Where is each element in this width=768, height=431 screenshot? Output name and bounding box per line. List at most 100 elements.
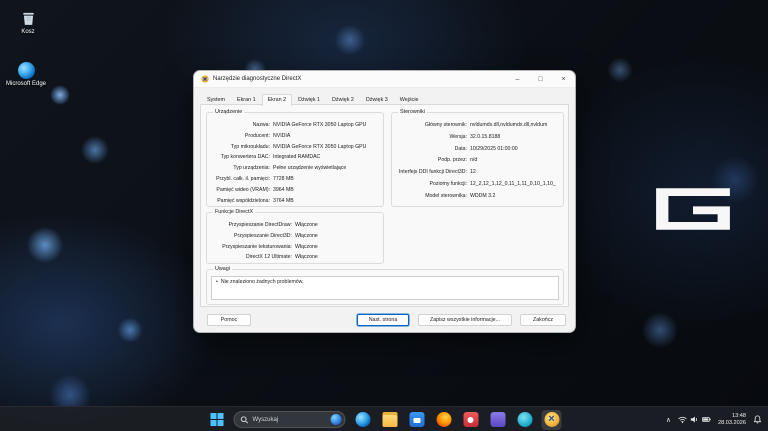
tray-chevron-up-icon[interactable]: ∧: [666, 416, 671, 424]
taskbar-microsoft-store[interactable]: [407, 410, 427, 430]
field-value: Włączone: [295, 252, 380, 263]
feature-row: Przyspieszanie teksturowania:Włączone: [209, 242, 380, 253]
group-title: Urządzenie: [213, 109, 244, 116]
field-label: Producent:: [209, 131, 273, 142]
desktop-icon-label: Kosz: [0, 29, 56, 35]
edge-icon: [355, 412, 370, 427]
driver-row: Interfejs DDI funkcji Direct3D:12: [394, 167, 560, 179]
search-highlights-icon: [331, 414, 342, 425]
driver-row: Poziomy funkcji:12_2,12_1,12_0,11_1,11_0…: [394, 179, 560, 191]
field-label: Nazwa:: [209, 120, 273, 131]
tab-ekran-1[interactable]: Ekran 1: [231, 94, 262, 105]
device-row: Pamięć współdzielona:3764 MB: [209, 196, 380, 207]
notification-bell-icon[interactable]: [753, 411, 762, 429]
field-value: 3964 MB: [273, 185, 380, 196]
field-label: Przybl. całk. il. pamięci:: [209, 174, 273, 185]
field-label: Przyspieszanie Direct3D:: [209, 231, 295, 242]
taskbar-dxdiag-active[interactable]: [542, 410, 562, 430]
clock-time: 13:48: [718, 413, 746, 420]
device-row: Typ mikroukładu:NVIDIA GeForce RTX 3050 …: [209, 142, 380, 153]
field-value: NVIDIA GeForce RTX 3050 Laptop GPU: [273, 120, 380, 131]
save-all-information-button[interactable]: Zapisz wszystkie informacje...: [418, 314, 512, 326]
drivers-group: Sterowniki Główny sterownik:nvldumdx.dll…: [391, 112, 564, 207]
desktop-icon-microsoft-edge[interactable]: Microsoft Edge: [0, 62, 54, 87]
field-label: Przyspieszanie DirectDraw:: [209, 220, 295, 231]
field-value: 7728 MB: [273, 174, 380, 185]
dxdiag-icon: [544, 412, 559, 427]
device-row: Nazwa:NVIDIA GeForce RTX 3050 Laptop GPU: [209, 120, 380, 131]
driver-row: Podp. przez:n/d: [394, 155, 560, 167]
taskbar-search[interactable]: Wyszukaj: [234, 411, 346, 428]
tab-ekran-2[interactable]: Ekran 2: [262, 94, 293, 106]
directx-features-group: Funkcje DirectX Przyspieszanie DirectDra…: [206, 212, 384, 264]
recycle-bin-icon: [20, 10, 37, 27]
device-row: Typ konwertera DAC:Integrated RAMDAC: [209, 152, 380, 163]
field-value: NVIDIA GeForce RTX 3050 Laptop GPU: [273, 142, 380, 153]
field-label: Typ mikroukładu:: [209, 142, 273, 153]
app-blue-icon: [517, 412, 532, 427]
volume-icon: [690, 415, 699, 424]
battery-icon: [702, 415, 711, 424]
taskbar-app-purple[interactable]: [488, 410, 508, 430]
taskbar-app-red[interactable]: [461, 410, 481, 430]
field-value: n/d: [470, 155, 560, 167]
tab-dzwiek-2[interactable]: Dźwięk 2: [326, 94, 360, 105]
wifi-icon: [678, 415, 687, 424]
field-label: Interfejs DDI funkcji Direct3D:: [394, 167, 470, 179]
device-row: Producent:NVIDIA: [209, 131, 380, 142]
driver-row: Data:10/29/2025 01:00:00: [394, 144, 560, 156]
search-placeholder: Wyszukaj: [253, 417, 279, 423]
clock-date: 28.03.2026: [718, 420, 746, 427]
exit-button[interactable]: Zakończ: [520, 314, 566, 326]
tray-status-icons[interactable]: [678, 415, 711, 424]
taskbar-edge[interactable]: [353, 410, 373, 430]
desktop-icon-recycle-bin[interactable]: Kosz: [0, 10, 56, 35]
field-value: 3764 MB: [273, 196, 380, 207]
field-value: WDDM 3.2: [470, 191, 560, 203]
feature-row: DirectX 12 Ultimate:Włączone: [209, 252, 380, 263]
feature-row: Przyspieszanie Direct3D:Włączone: [209, 231, 380, 242]
field-value: nvldumdx.dll,nvldumdx.dll,nvldum: [470, 120, 560, 132]
minimize-button[interactable]: –: [506, 71, 529, 88]
notes-list[interactable]: • Nie znaleziono żadnych problemów.: [211, 276, 559, 300]
next-page-button[interactable]: Nast. strona: [357, 314, 409, 326]
window-titlebar[interactable]: Narzędzie diagnostyczne DirectX – □ ×: [194, 71, 575, 88]
close-button[interactable]: ×: [552, 71, 575, 88]
device-row: Typ urządzenia:Pełne urządzenie wyświetl…: [209, 163, 380, 174]
field-label: Typ urządzenia:: [209, 163, 273, 174]
tab-dzwiek-1[interactable]: Dźwięk 1: [292, 94, 326, 105]
help-button[interactable]: Pomoc: [207, 314, 251, 326]
tab-system[interactable]: System: [201, 94, 231, 105]
windows-logo-icon: [210, 413, 223, 426]
taskbar: Wyszukaj ∧ 13:48 28.03.2026: [0, 406, 768, 431]
field-label: Data:: [394, 144, 470, 156]
tab-wejscie[interactable]: Wejście: [394, 94, 425, 105]
field-label: DirectX 12 Ultimate:: [209, 252, 295, 263]
start-button[interactable]: [207, 410, 227, 430]
search-icon: [241, 416, 249, 424]
driver-row: Główny sterownik:nvldumdx.dll,nvldumdx.d…: [394, 120, 560, 132]
device-group: Urządzenie Nazwa:NVIDIA GeForce RTX 3050…: [206, 112, 384, 207]
note-bullet: •: [216, 279, 218, 297]
tab-dzwiek-3[interactable]: Dźwięk 3: [360, 94, 394, 105]
maximize-button[interactable]: □: [529, 71, 552, 88]
feature-row: Przyspieszanie DirectDraw:Włączone: [209, 220, 380, 231]
driver-row: Model sterownika:WDDM 3.2: [394, 191, 560, 203]
field-value: 32.0.15.8188: [470, 132, 560, 144]
taskbar-app-blue[interactable]: [515, 410, 535, 430]
field-value: Integrated RAMDAC: [273, 152, 380, 163]
taskbar-clock[interactable]: 13:48 28.03.2026: [718, 413, 746, 427]
taskbar-file-explorer[interactable]: [380, 410, 400, 430]
field-label: Typ konwertera DAC:: [209, 152, 273, 163]
tab-strip: System Ekran 1 Ekran 2 Dźwięk 1 Dźwięk 2…: [201, 92, 425, 105]
window-title: Narzędzie diagnostyczne DirectX: [213, 76, 301, 82]
field-label: Poziomy funkcji:: [394, 179, 470, 191]
dxdiag-window: Narzędzie diagnostyczne DirectX – □ × Sy…: [193, 70, 576, 333]
notes-group: Uwagi • Nie znaleziono żadnych problemów…: [206, 269, 564, 305]
group-title: Uwagi: [213, 266, 232, 273]
desktop: Kosz Microsoft Edge Narzędzie diagnostyc…: [0, 0, 768, 431]
field-label: Przyspieszanie teksturowania:: [209, 242, 295, 253]
taskbar-firefox[interactable]: [434, 410, 454, 430]
field-value: 12_2,12_1,12_0,11_1,11_0,10_1,10_: [470, 179, 560, 191]
group-title: Sterowniki: [398, 109, 427, 116]
